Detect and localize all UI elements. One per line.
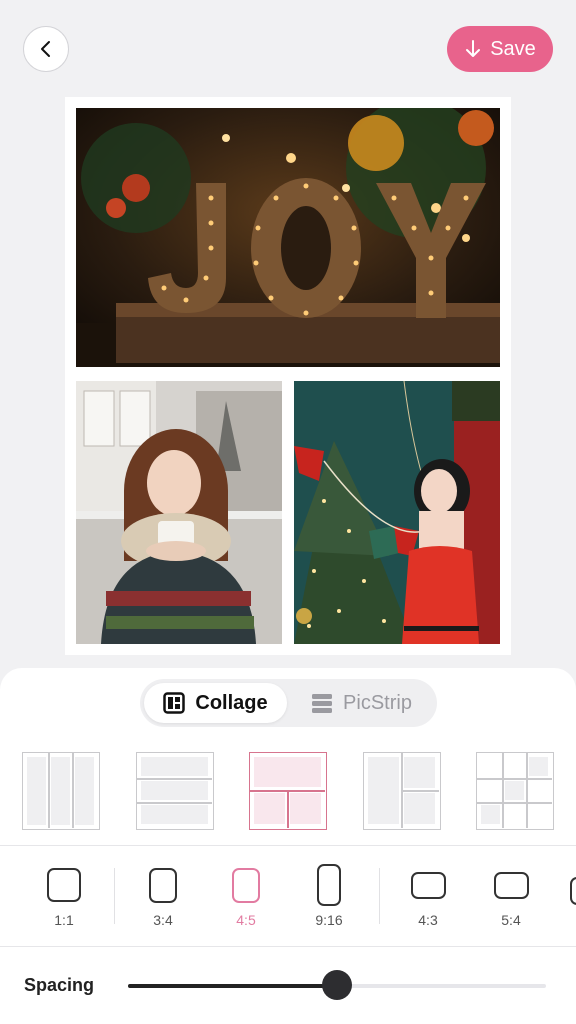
tab-collage[interactable]: Collage <box>144 683 287 723</box>
ratio-portrait-icon <box>149 867 177 903</box>
ratio-5-4[interactable]: 5:4 <box>476 862 546 934</box>
layout-three-columns[interactable] <box>22 752 100 830</box>
spacing-slider-thumb[interactable] <box>322 970 352 1000</box>
tab-picstrip-label: PicStrip <box>343 691 412 714</box>
ratio-tall-icon <box>317 864 341 906</box>
ratio-9-16[interactable]: 9:16 <box>294 862 364 934</box>
ratio-landscape-icon <box>493 871 529 899</box>
ratio-3-4[interactable]: 3:4 <box>128 862 198 934</box>
collage-canvas <box>65 97 511 655</box>
ratio-4-5[interactable]: 4:5 <box>211 862 281 934</box>
photo-cell-joy[interactable] <box>76 108 500 367</box>
spacing-slider-fill <box>128 984 337 988</box>
save-label: Save <box>490 37 536 60</box>
ratio-landscape-icon <box>410 871 446 899</box>
layout-three-rows[interactable] <box>136 752 214 830</box>
layout-grid-mixed[interactable] <box>476 752 554 830</box>
divider <box>0 845 576 846</box>
ratio-4-3[interactable]: 4:3 <box>393 862 463 934</box>
back-button[interactable] <box>23 26 69 72</box>
tab-collage-label: Collage <box>195 691 268 714</box>
tab-picstrip[interactable]: PicStrip <box>290 683 433 723</box>
save-button[interactable]: Save <box>447 26 553 72</box>
chevron-left-icon <box>41 41 50 57</box>
layout-one-left-two-right[interactable] <box>363 752 441 830</box>
ratio-portrait-icon <box>232 867 260 903</box>
ratio-more-peek[interactable] <box>570 877 576 905</box>
arrow-down-icon <box>466 40 481 57</box>
spacing-label: Spacing <box>24 975 95 995</box>
aspect-ratio-options: 1:1 3:4 4:5 9:16 4:3 5:4 <box>0 862 576 934</box>
layout-options <box>0 752 576 830</box>
mode-toggle: Collage PicStrip <box>140 679 437 727</box>
collage-icon <box>163 692 186 714</box>
ratio-1-1[interactable]: 1:1 <box>29 862 99 934</box>
photo-cell-woman-red-dress[interactable] <box>294 381 500 644</box>
photo-cell-woman-mug[interactable] <box>76 381 282 644</box>
layout-one-top-two-bottom[interactable] <box>249 752 327 830</box>
divider <box>0 946 576 947</box>
picstrip-icon <box>312 694 333 713</box>
ratio-separator <box>379 868 380 924</box>
ratio-square-icon <box>47 868 81 902</box>
ratio-separator <box>114 868 115 924</box>
